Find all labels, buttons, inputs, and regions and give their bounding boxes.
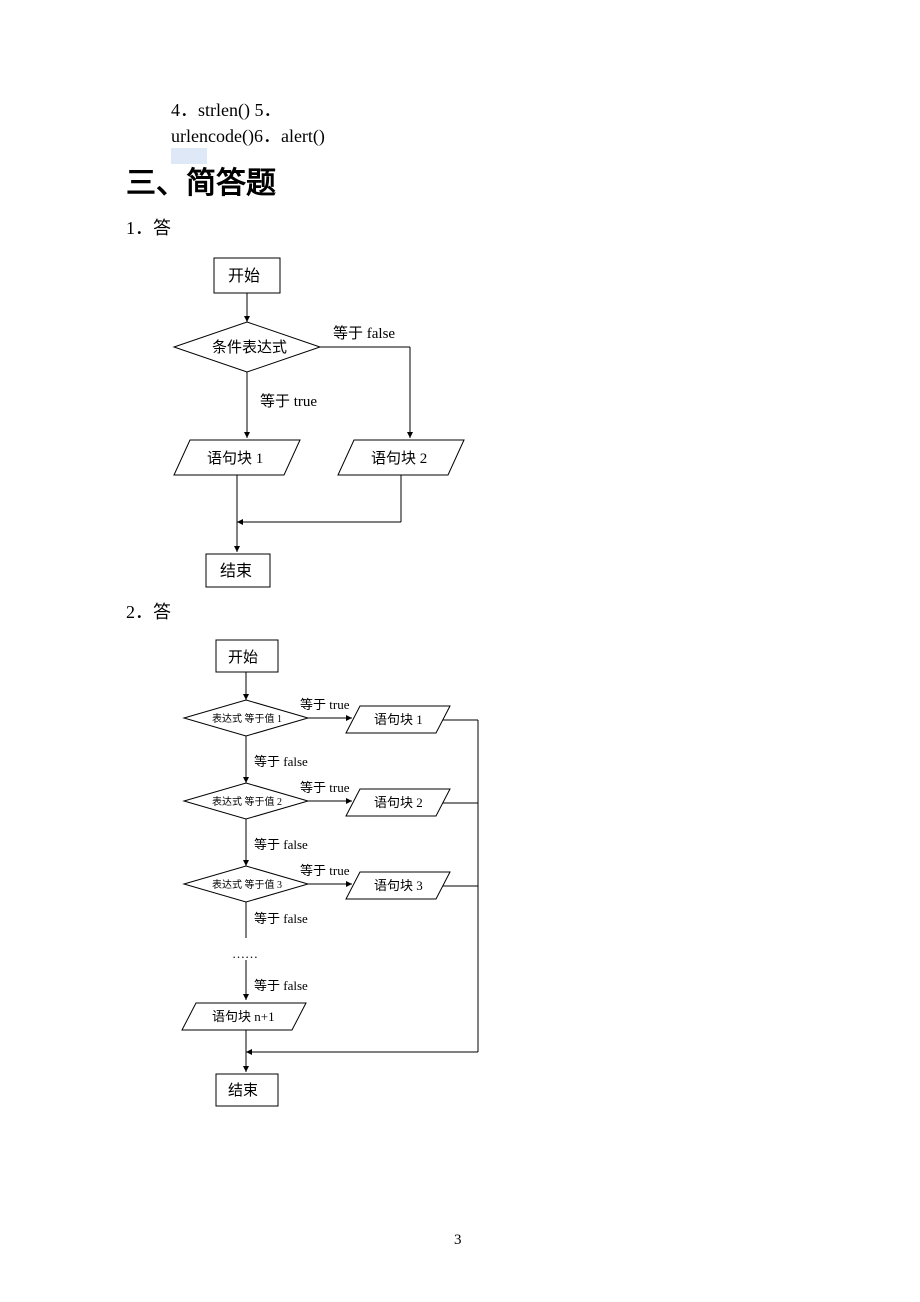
page-number: 3 xyxy=(454,1232,462,1249)
fc2-false4: 等于 false xyxy=(254,978,308,993)
fc2-end: 结束 xyxy=(228,1082,258,1099)
fc2-cond1: 表达式 等于值 1 xyxy=(212,712,282,725)
fc2-cond2: 表达式 等于值 2 xyxy=(212,795,282,808)
fc2-ellipsis: …… xyxy=(232,946,258,961)
fc2-true1: 等于 true xyxy=(300,697,350,712)
fc2-cond3: 表达式 等于值 3 xyxy=(212,878,282,891)
fc2-block2: 语句块 2 xyxy=(374,795,423,810)
section-heading: 三、简答题 xyxy=(126,163,276,205)
fc2-true2: 等于 true xyxy=(300,780,350,795)
fc2-false2: 等于 false xyxy=(254,837,308,852)
q1-label: 1．答 xyxy=(126,216,171,241)
fc2-block1: 语句块 1 xyxy=(374,712,423,727)
fc2-start: 开始 xyxy=(228,649,258,666)
intro-line-1: 4．strlen() 5． xyxy=(171,98,281,123)
fc2-block3: 语句块 3 xyxy=(374,878,423,893)
fc2-true3: 等于 true xyxy=(300,863,350,878)
q2-label: 2．答 xyxy=(126,600,171,625)
fc2-false1: 等于 false xyxy=(254,754,308,769)
fc2-blockn1: 语句块 n+1 xyxy=(212,1009,275,1024)
intro-line-2: urlencode()6．alert() xyxy=(171,124,325,149)
fc2-false3: 等于 false xyxy=(254,911,308,926)
